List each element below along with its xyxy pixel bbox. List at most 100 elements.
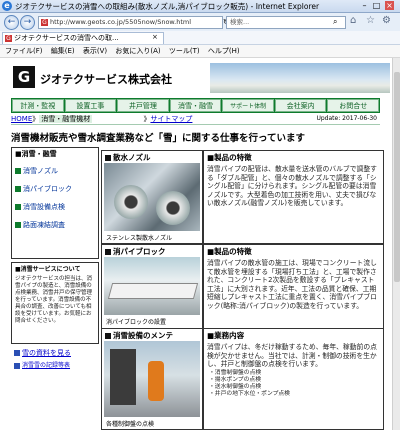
snow-data-link[interactable]: 雪の資料を見る: [11, 347, 99, 359]
sidebar-menu: ■消雪・融雪 消雪ノズル 消パイブロック 消雪設備点検 路面凍結調査: [11, 147, 99, 259]
square-bullet-icon: [105, 155, 111, 161]
block-feature-text: 消雪パイプの散水管の施工は、現場でコンクリート流して散水管を埋設する「現場打ち工…: [207, 259, 377, 310]
menu-bar: ファイル(F) 編集(E) 表示(V) お気に入り(A) ツール(T) ヘルプ(…: [0, 45, 400, 58]
maximize-icon[interactable]: □: [372, 1, 381, 10]
nav-company[interactable]: 会社案内: [274, 99, 327, 112]
block-text-box: ■製品の特徴 消雪パイプの散水管の施工は、現場でコンクリート流して散水管を埋設す…: [203, 244, 384, 329]
nav-well[interactable]: 井戸管理: [117, 99, 169, 112]
tab-strip: G ジオテクサービスの消雪への取... ×: [0, 31, 400, 45]
forward-button[interactable]: →: [20, 15, 35, 30]
snow-record-link[interactable]: 消雪雪の記録等表: [11, 359, 99, 370]
maintenance-photo-caption: 各種制御盤の点検: [106, 421, 155, 428]
favorites-star-icon[interactable]: ☆: [366, 15, 375, 26]
maintenance-image-box: 消雪設備のメンテ 各種制御盤の点検: [101, 328, 203, 430]
maintenance-text-box: ■業務内容 消雪パイプは、冬だけ稼動するため、毎年、稼動前の点検が欠かせません。…: [203, 328, 384, 430]
page-headline: 消雪機材販売や雪水調査業務など「雪」に関する仕事を行っています: [11, 133, 306, 144]
menu-view[interactable]: 表示(V): [83, 47, 107, 55]
back-button[interactable]: ←: [4, 15, 19, 30]
search-input[interactable]: 検索...: [226, 16, 346, 29]
nozzle-text-box: ■製品の特徴 消雪パイプの配管は、散水量を送水管のバルブで調整する「ダブル配管」…: [203, 150, 384, 244]
nav-installation[interactable]: 設置工事: [64, 99, 117, 112]
sidebar-item-icing[interactable]: 路面凍結調査: [12, 218, 98, 232]
green-bullet-icon: [15, 204, 21, 210]
nozzle-image-box: 散水ノズル ステンレス製散水ノズル: [101, 150, 203, 244]
menu-tools[interactable]: ツール(T): [169, 47, 200, 55]
maintenance-list-item: ・井戸の地下水位・ポンプ点検: [209, 390, 290, 397]
green-bullet-icon: [15, 186, 21, 192]
scrollbar-thumb[interactable]: [394, 72, 400, 282]
sidebar-bottom-links: 雪の資料を見る 消雪雪の記録等表: [11, 347, 99, 370]
menu-edit[interactable]: 編集(E): [51, 47, 75, 55]
square-bullet-icon: [105, 333, 111, 339]
sidebar-item-label: 消雪設備点検: [23, 203, 65, 211]
site-favicon-icon: G: [41, 18, 48, 26]
maintenance-list-item: ・送水制御盤の点検: [209, 383, 262, 390]
caption-text: 消パイブロック: [113, 247, 166, 256]
menu-help[interactable]: ヘルプ(H): [208, 47, 240, 55]
maintenance-list-item: ・消雪制御盤の点検: [209, 369, 262, 376]
sidebar: ■消雪・融雪 消雪ノズル 消パイブロック 消雪設備点検 路面凍結調査 ■消雪サー…: [11, 147, 99, 430]
doc-icon: [14, 362, 20, 369]
sidebar-item-label: 路面凍結調査: [23, 221, 65, 229]
sitemap-link[interactable]: サイトマップ: [150, 115, 192, 123]
ie-logo-icon: e: [2, 1, 12, 11]
sidebar-heading: ■消雪・融雪: [15, 150, 57, 158]
minimize-icon[interactable]: –: [360, 1, 369, 10]
block-feature-heading: ■製品の特徴: [207, 247, 252, 256]
control-panel-shape: [110, 349, 136, 405]
vertical-scrollbar[interactable]: [392, 58, 400, 430]
about-text: ジオテクサービスの担当は、消雪パイプの製造と、消雪設備の点検業務、消雪井戸の保守…: [15, 276, 93, 324]
maintenance-text: 消雪パイプは、冬だけ稼動するため、毎年、稼動前の点検が欠かせません。当社では、計…: [207, 343, 377, 369]
square-bullet-icon: [105, 249, 111, 255]
doc-icon: [14, 350, 20, 356]
tab-label: ジオテクサービスの消雪への取...: [14, 34, 119, 42]
url-input[interactable]: Ghttp://www.geots.co.jp/5505now/Snow.htm…: [38, 16, 223, 29]
page-viewport: G ジオテクサービス株式会社 計測・監視 設置工事 井戸管理 消雪・融雪 サポー…: [0, 58, 392, 430]
title-bar: e ジオテクサービスの消雪への取組み(散水ノズル,消パイブロック販売) - In…: [0, 0, 400, 13]
search-icon[interactable]: ⌕: [333, 17, 337, 27]
tab-close-icon[interactable]: ×: [152, 33, 158, 41]
sidebar-item-inspection[interactable]: 消雪設備点検: [12, 200, 98, 214]
about-heading: ■消雪サービスについて: [15, 266, 81, 273]
nav-monitoring[interactable]: 計測・監視: [12, 99, 64, 112]
link-label: 雪の資料を見る: [22, 349, 71, 357]
tab-active[interactable]: G ジオテクサービスの消雪への取...: [2, 32, 164, 44]
settings-gear-icon[interactable]: ⚙: [382, 15, 391, 26]
green-bullet-icon: [15, 222, 21, 228]
about-box: ■消雪サービスについて ジオテクサービスの担当は、消雪パイプの製造と、消雪設備の…: [11, 262, 99, 344]
address-toolbar: ← → Ghttp://www.geots.co.jp/5505now/Snow…: [0, 13, 400, 32]
block-photo-caption: 消パイブロックの設置: [106, 319, 167, 326]
breadcrumb-current: 消雪・融雪機材: [39, 115, 93, 123]
maintenance-list-item: ・揚水ポンプの点検: [209, 376, 261, 383]
url-text: http://www.geots.co.jp/5505now/Snow.html: [50, 18, 192, 26]
home-icon[interactable]: ⌂: [350, 15, 356, 26]
tab-favicon-icon: G: [5, 35, 12, 42]
sidebar-item-label: 消パイブロック: [23, 185, 72, 193]
maintenance-photo: [104, 341, 200, 417]
worker-shape: [148, 361, 164, 401]
sidebar-item-block[interactable]: 消パイブロック: [12, 182, 98, 196]
nav-snow[interactable]: 消雪・融雪: [169, 99, 222, 112]
nozzle-feature-text: 消雪パイプの配管は、散水量を送水管のバルブで調整する「ダブル配管」と、個々の散水…: [207, 165, 377, 208]
sidebar-item-nozzle[interactable]: 消雪ノズル: [12, 164, 98, 178]
caption-text: 消雪設備のメンテ: [113, 331, 173, 340]
window-title: ジオテクサービスの消雪への取組み(散水ノズル,消パイブロック販売) - Inte…: [15, 2, 320, 11]
menu-file[interactable]: ファイル(F): [5, 47, 43, 55]
company-name: ジオテクサービス株式会社: [40, 73, 172, 86]
header-snow-image: [210, 63, 390, 93]
breadcrumb-home-link[interactable]: HOME: [11, 115, 32, 123]
caption-text: 散水ノズル: [113, 153, 151, 162]
block-shape: [107, 283, 199, 299]
sidebar-item-label: 消雪ノズル: [23, 167, 58, 175]
nozzle-shape: [156, 191, 190, 225]
company-logo[interactable]: G: [13, 66, 35, 88]
maintenance-heading: ■業務内容: [207, 331, 245, 340]
menu-favorites[interactable]: お気に入り(A): [115, 47, 160, 55]
green-bullet-icon: [15, 168, 21, 174]
block-photo: [104, 257, 200, 315]
nav-support[interactable]: サポート体制: [222, 99, 274, 112]
block-image-box: 消パイブロック 消パイブロックの設置: [101, 244, 203, 329]
nav-contact[interactable]: お問合せ: [327, 99, 380, 112]
nozzle-feature-heading: ■製品の特徴: [207, 153, 252, 162]
close-icon[interactable]: ×: [385, 1, 394, 10]
